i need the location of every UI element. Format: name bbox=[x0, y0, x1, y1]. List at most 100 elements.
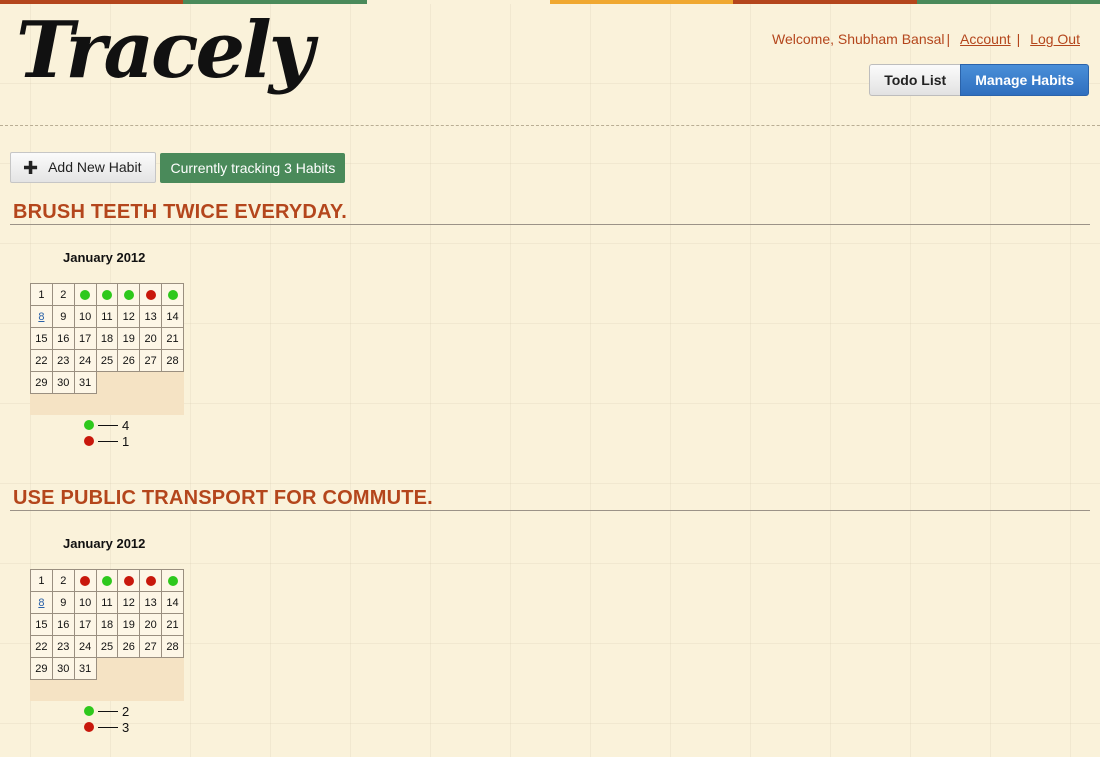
calendar-day: 19 bbox=[117, 327, 141, 350]
calendar-day: 14 bbox=[161, 591, 184, 614]
calendar-day: 18 bbox=[95, 327, 119, 350]
calendar-day: 19 bbox=[117, 613, 141, 636]
calendar-day: 2 bbox=[51, 569, 75, 592]
plus-icon: ✚ bbox=[23, 157, 39, 178]
calendar-day: 26 bbox=[117, 349, 141, 372]
calendar-day: 30 bbox=[51, 657, 75, 680]
legend-success-row: 4 bbox=[84, 417, 129, 433]
stripe-segment bbox=[183, 0, 367, 4]
calendar-week-row: 29 30 31 bbox=[30, 657, 184, 680]
calendar-week-row: 22 23 24 25 26 27 28 bbox=[30, 635, 184, 658]
calendar-day: 15 bbox=[30, 613, 53, 636]
calendar-day: 10 bbox=[73, 305, 97, 328]
habit-calendar: 1 2 8 9 10 11 12 13 14 15 16 17 18 19 20 21 22 23 24 25 26 27… bbox=[30, 283, 184, 415]
success-dot-icon bbox=[123, 289, 134, 300]
calendar-day-success bbox=[161, 283, 184, 306]
calendar-day-failure bbox=[139, 569, 163, 592]
failure-count: 3 bbox=[122, 719, 130, 735]
calendar-day: 28 bbox=[161, 635, 184, 658]
calendar-week-row: 8 9 10 11 12 13 14 bbox=[30, 591, 184, 614]
habit-title: USE PUBLIC TRANSPORT FOR COMMUTE. bbox=[10, 486, 1090, 511]
today-day-link[interactable]: 8 bbox=[38, 311, 44, 323]
failure-dot-icon bbox=[123, 575, 134, 586]
success-dot-icon bbox=[80, 289, 91, 300]
calendar-week-row: 29 30 31 bbox=[30, 371, 184, 394]
todo-list-button[interactable]: Todo List bbox=[869, 64, 961, 96]
calendar-day: 24 bbox=[73, 635, 97, 658]
failure-dot-icon bbox=[84, 722, 94, 732]
calendar-day-success bbox=[95, 569, 119, 592]
stripe-segment bbox=[733, 0, 917, 4]
success-dot-icon bbox=[84, 706, 94, 716]
calendar-day: 21 bbox=[161, 613, 184, 636]
habit-section: USE PUBLIC TRANSPORT FOR COMMUTE. Januar… bbox=[10, 486, 1090, 735]
failure-dot-icon bbox=[80, 575, 91, 586]
calendar-day-failure bbox=[139, 283, 163, 306]
manage-habits-button[interactable]: Manage Habits bbox=[960, 64, 1089, 96]
legend-success-row: 2 bbox=[84, 703, 129, 719]
habit-title: BRUSH TEETH TWICE EVERYDAY. bbox=[10, 200, 1090, 225]
calendar-day-success bbox=[117, 283, 141, 306]
legend-failure-row: 1 bbox=[84, 433, 129, 449]
failure-dot-icon bbox=[145, 575, 156, 586]
calendar-day: 13 bbox=[139, 305, 163, 328]
calendar-day: 28 bbox=[161, 349, 184, 372]
calendar-week-row: 12 bbox=[30, 283, 184, 306]
habit-legend: 2 3 bbox=[84, 703, 129, 735]
calendar-day: 1 bbox=[30, 283, 53, 306]
habit-section: BRUSH TEETH TWICE EVERYDAY. January 2012… bbox=[10, 200, 1090, 449]
tracking-count-badge: Currently tracking 3 Habits bbox=[160, 153, 346, 183]
calendar-day: 11 bbox=[95, 591, 119, 614]
success-count: 4 bbox=[122, 417, 130, 433]
calendar-day: 22 bbox=[30, 349, 53, 372]
calendar-day: 26 bbox=[117, 635, 141, 658]
calendar-day: 20 bbox=[139, 613, 163, 636]
welcome-text: Welcome, Shubham Bansal bbox=[772, 31, 945, 47]
today-day-link[interactable]: 8 bbox=[38, 597, 44, 609]
calendar-month-label: January 2012 bbox=[63, 536, 146, 551]
calendar-day: 16 bbox=[51, 613, 75, 636]
calendar-day: 17 bbox=[73, 327, 97, 350]
calendar-day: 24 bbox=[73, 349, 97, 372]
calendar-day: 13 bbox=[139, 591, 163, 614]
success-count: 2 bbox=[122, 703, 130, 719]
nav-buttons: Todo List Manage Habits bbox=[869, 64, 1089, 96]
add-new-habit-button[interactable]: ✚ Add New Habit bbox=[10, 152, 157, 183]
calendar-day: 31 bbox=[73, 657, 97, 680]
app-logo[interactable]: Tracely bbox=[16, 12, 314, 90]
calendar-day-today: 8 bbox=[30, 305, 53, 328]
calendar-day: 23 bbox=[51, 349, 75, 372]
success-dot-icon bbox=[167, 289, 178, 300]
logout-link[interactable]: Log Out bbox=[1030, 31, 1080, 47]
account-link[interactable]: Account bbox=[960, 31, 1011, 47]
calendar-day: 27 bbox=[139, 635, 163, 658]
calendar-day: 12 bbox=[117, 591, 141, 614]
calendar-week-row: 12 bbox=[30, 569, 184, 592]
success-dot-icon bbox=[101, 575, 112, 586]
success-dot-icon bbox=[101, 289, 112, 300]
calendar-day: 10 bbox=[73, 591, 97, 614]
calendar-day: 18 bbox=[95, 613, 119, 636]
calendar-day: 9 bbox=[51, 591, 75, 614]
calendar-day: 17 bbox=[73, 613, 97, 636]
calendar-day-success bbox=[73, 283, 97, 306]
calendar-day: 30 bbox=[51, 371, 75, 394]
failure-dot-icon bbox=[145, 289, 156, 300]
calendar-day: 29 bbox=[30, 371, 53, 394]
calendar-day: 14 bbox=[161, 305, 184, 328]
calendar-day: 29 bbox=[30, 657, 53, 680]
calendar-day: 31 bbox=[73, 371, 97, 394]
calendar-week-row: 8 9 10 11 12 13 14 bbox=[30, 305, 184, 328]
calendar-day: 12 bbox=[117, 305, 141, 328]
calendar-day: 15 bbox=[30, 327, 53, 350]
calendar-day: 1 bbox=[30, 569, 53, 592]
success-dot-icon bbox=[167, 575, 178, 586]
calendar-day: 23 bbox=[51, 635, 75, 658]
user-bar: Welcome, Shubham Bansal | Account | Log Ou… bbox=[772, 31, 1086, 47]
failure-count: 1 bbox=[122, 433, 130, 449]
success-dot-icon bbox=[84, 420, 94, 430]
stripe-segment bbox=[366, 0, 550, 4]
separator: | bbox=[1016, 31, 1021, 47]
stripe-segment bbox=[549, 0, 734, 4]
failure-dot-icon bbox=[84, 436, 94, 446]
